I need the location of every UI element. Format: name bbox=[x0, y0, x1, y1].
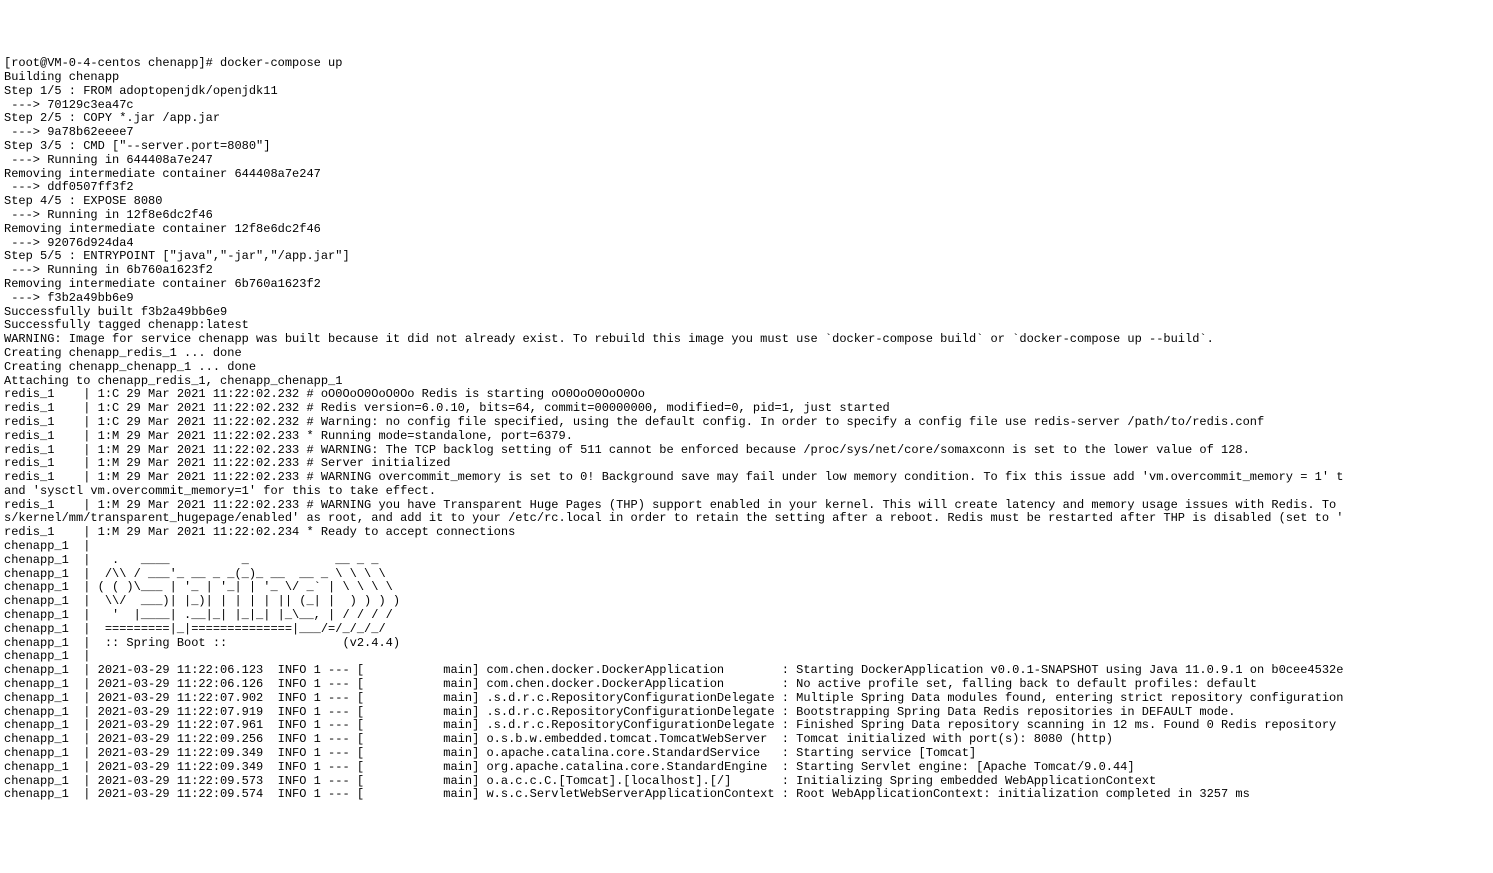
terminal-line: redis_1 | 1:C 29 Mar 2021 11:22:02.232 #… bbox=[4, 416, 1493, 430]
terminal-line: chenapp_1 | ' |____| .__|_| |_|_| |_\__,… bbox=[4, 609, 1493, 623]
terminal-line: redis_1 | 1:M 29 Mar 2021 11:22:02.233 #… bbox=[4, 457, 1493, 471]
terminal-line: ---> Running in 12f8e6dc2f46 bbox=[4, 209, 1493, 223]
terminal-line: redis_1 | 1:M 29 Mar 2021 11:22:02.233 #… bbox=[4, 444, 1493, 458]
terminal-line: redis_1 | 1:M 29 Mar 2021 11:22:02.233 *… bbox=[4, 430, 1493, 444]
terminal-line: ---> ddf0507ff3f2 bbox=[4, 181, 1493, 195]
terminal-line: Step 5/5 : ENTRYPOINT ["java","-jar","/a… bbox=[4, 250, 1493, 264]
terminal-line: Step 3/5 : CMD ["--server.port=8080"] bbox=[4, 140, 1493, 154]
terminal-line: chenapp_1 | /\\ / ___'_ __ _ _(_)_ __ __… bbox=[4, 568, 1493, 582]
terminal-line: and 'sysctl vm.overcommit_memory=1' for … bbox=[4, 485, 1493, 499]
terminal-line: chenapp_1 | 2021-03-29 11:22:06.123 INFO… bbox=[4, 664, 1493, 678]
terminal-line: chenapp_1 | 2021-03-29 11:22:07.961 INFO… bbox=[4, 719, 1493, 733]
terminal-line: s/kernel/mm/transparent_hugepage/enabled… bbox=[4, 512, 1493, 526]
terminal-line: Step 4/5 : EXPOSE 8080 bbox=[4, 195, 1493, 209]
terminal-line: redis_1 | 1:C 29 Mar 2021 11:22:02.232 #… bbox=[4, 388, 1493, 402]
terminal-line: redis_1 | 1:M 29 Mar 2021 11:22:02.233 #… bbox=[4, 471, 1493, 485]
terminal-line: Step 2/5 : COPY *.jar /app.jar bbox=[4, 112, 1493, 126]
terminal-line: chenapp_1 | bbox=[4, 540, 1493, 554]
terminal-line: redis_1 | 1:C 29 Mar 2021 11:22:02.232 #… bbox=[4, 402, 1493, 416]
terminal-line: chenapp_1 | 2021-03-29 11:22:09.349 INFO… bbox=[4, 761, 1493, 775]
terminal-line: Successfully built f3b2a49bb6e9 bbox=[4, 306, 1493, 320]
terminal-line: Successfully tagged chenapp:latest bbox=[4, 319, 1493, 333]
terminal-line: redis_1 | 1:M 29 Mar 2021 11:22:02.233 #… bbox=[4, 499, 1493, 513]
terminal-line: chenapp_1 | :: Spring Boot :: (v2.4.4) bbox=[4, 637, 1493, 651]
terminal-line: Creating chenapp_chenapp_1 ... done bbox=[4, 361, 1493, 375]
terminal-line: chenapp_1 | . ____ _ __ _ _ bbox=[4, 554, 1493, 568]
terminal-line: chenapp_1 | 2021-03-29 11:22:09.574 INFO… bbox=[4, 788, 1493, 802]
terminal-line: chenapp_1 | 2021-03-29 11:22:07.902 INFO… bbox=[4, 692, 1493, 706]
terminal-line: chenapp_1 | 2021-03-29 11:22:06.126 INFO… bbox=[4, 678, 1493, 692]
terminal-line: ---> Running in 6b760a1623f2 bbox=[4, 264, 1493, 278]
terminal-line: redis_1 | 1:M 29 Mar 2021 11:22:02.234 *… bbox=[4, 526, 1493, 540]
terminal-line: Creating chenapp_redis_1 ... done bbox=[4, 347, 1493, 361]
terminal-line: WARNING: Image for service chenapp was b… bbox=[4, 333, 1493, 347]
terminal-line: Step 1/5 : FROM adoptopenjdk/openjdk11 bbox=[4, 85, 1493, 99]
terminal-line: chenapp_1 | =========|_|==============|_… bbox=[4, 623, 1493, 637]
terminal-line: ---> 70129c3ea47c bbox=[4, 99, 1493, 113]
terminal-line: ---> 9a78b62eeee7 bbox=[4, 126, 1493, 140]
terminal-line: chenapp_1 | 2021-03-29 11:22:09.256 INFO… bbox=[4, 733, 1493, 747]
terminal-line: Removing intermediate container 644408a7… bbox=[4, 168, 1493, 182]
terminal-line: chenapp_1 | 2021-03-29 11:22:09.573 INFO… bbox=[4, 775, 1493, 789]
terminal-line: ---> f3b2a49bb6e9 bbox=[4, 292, 1493, 306]
terminal-line: chenapp_1 | 2021-03-29 11:22:09.349 INFO… bbox=[4, 747, 1493, 761]
terminal-output: [root@VM-0-4-centos chenapp]# docker-com… bbox=[4, 57, 1493, 802]
terminal-line: Attaching to chenapp_redis_1, chenapp_ch… bbox=[4, 375, 1493, 389]
terminal-line: ---> 92076d924da4 bbox=[4, 237, 1493, 251]
terminal-line: ---> Running in 644408a7e247 bbox=[4, 154, 1493, 168]
terminal-line: Building chenapp bbox=[4, 71, 1493, 85]
terminal-line: Removing intermediate container 6b760a16… bbox=[4, 278, 1493, 292]
terminal-line: chenapp_1 | ( ( )\___ | '_ | '_| | '_ \/… bbox=[4, 581, 1493, 595]
terminal-line: [root@VM-0-4-centos chenapp]# docker-com… bbox=[4, 57, 1493, 71]
terminal-line: chenapp_1 | \\/ ___)| |_)| | | | | || (_… bbox=[4, 595, 1493, 609]
terminal-line: Removing intermediate container 12f8e6dc… bbox=[4, 223, 1493, 237]
terminal-line: chenapp_1 | bbox=[4, 650, 1493, 664]
